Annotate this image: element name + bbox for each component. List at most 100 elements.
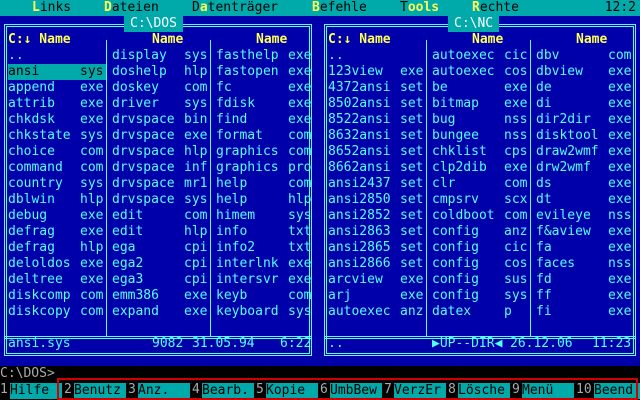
menu-befehle[interactable]: Befehle: [312, 0, 367, 16]
file-entry[interactable]: dbv com: [536, 48, 634, 64]
file-entry[interactable]: 8632ansi set: [328, 128, 426, 144]
file-entry[interactable]: 4372ansi set: [328, 80, 426, 96]
column-header[interactable]: C:↓ Name: [328, 32, 391, 48]
file-entry[interactable]: deloldos exe: [8, 256, 106, 272]
file-entry[interactable]: emm386 exe: [112, 288, 210, 304]
fkey-1[interactable]: 1 Hilfe: [0, 382, 64, 400]
file-entry[interactable]: drvspace sys: [112, 192, 210, 208]
column-header[interactable]: Name: [152, 32, 183, 48]
file-entry[interactable]: 8662ansi set: [328, 160, 426, 176]
menu-rechte[interactable]: Rechte: [472, 0, 519, 16]
file-entry[interactable]: graphics com: [216, 144, 314, 160]
file-entry[interactable]: keyboard sys: [216, 304, 314, 320]
file-entry[interactable]: info2 txt: [216, 240, 314, 256]
file-entry[interactable]: chkdsk exe: [8, 112, 106, 128]
file-entry[interactable]: help hlp: [216, 192, 314, 208]
file-entry[interactable]: drvspace hlp: [112, 144, 210, 160]
file-entry[interactable]: 123view exe: [328, 64, 426, 80]
file-entry[interactable]: interlnk exe: [216, 256, 314, 272]
file-entry[interactable]: dir2dir exe: [536, 112, 634, 128]
file-entry[interactable]: append exe: [8, 80, 106, 96]
file-entry[interactable]: doskey com: [112, 80, 210, 96]
file-entry[interactable]: autoexec anz: [328, 304, 426, 320]
file-entry[interactable]: config sus: [432, 272, 530, 288]
file-entry[interactable]: ff exe: [536, 288, 634, 304]
file-entry[interactable]: de exe: [536, 80, 634, 96]
file-entry[interactable]: faces nss: [536, 256, 634, 272]
file-entry[interactable]: config cic: [432, 240, 530, 256]
file-entry[interactable]: dbview exe: [536, 64, 634, 80]
file-entry[interactable]: drw2wmf exe: [536, 160, 634, 176]
file-entry[interactable]: drvspace mr1: [112, 176, 210, 192]
file-entry[interactable]: fastopen exe: [216, 64, 314, 80]
file-entry[interactable]: di exe: [536, 96, 634, 112]
right-panel[interactable]: C:\NC C:↓ Name.. 123view exe 4372ansi set 850…: [320, 16, 640, 360]
file-entry[interactable]: dblwin hlp: [8, 192, 106, 208]
file-entry[interactable]: ansi2437 set: [328, 176, 426, 192]
column-header[interactable]: C:↓ Name: [8, 32, 71, 48]
file-entry[interactable]: format com: [216, 128, 314, 144]
column-header[interactable]: Name: [256, 32, 287, 48]
file-entry[interactable]: graphics pro: [216, 160, 314, 176]
file-entry[interactable]: fi exe: [536, 304, 634, 320]
menu-datentraeger[interactable]: Datenträger: [192, 0, 278, 16]
file-entry[interactable]: disktool exe: [536, 128, 634, 144]
file-entry[interactable]: diskcopy com: [8, 304, 106, 320]
file-entry[interactable]: ega3 cpi: [112, 272, 210, 288]
file-entry[interactable]: fasthelp exe: [216, 48, 314, 64]
file-entry[interactable]: bug nss: [432, 112, 530, 128]
file-entry[interactable]: ega2 cpi: [112, 256, 210, 272]
file-entry[interactable]: fd exe: [536, 272, 634, 288]
file-entry[interactable]: arcview exe: [328, 272, 426, 288]
file-entry[interactable]: keyb com: [216, 288, 314, 304]
file-entry[interactable]: help com: [216, 176, 314, 192]
file-entry[interactable]: ds exe: [536, 176, 634, 192]
file-entry[interactable]: fc exe: [216, 80, 314, 96]
file-entry[interactable]: config sys: [432, 288, 530, 304]
file-entry[interactable]: datex p: [432, 304, 530, 320]
file-entry[interactable]: drvspace bin: [112, 112, 210, 128]
file-entry[interactable]: ..: [8, 48, 106, 64]
file-entry[interactable]: 8522ansi set: [328, 112, 426, 128]
file-entry[interactable]: bungee nss: [432, 128, 530, 144]
menu-links[interactable]: Links: [32, 0, 71, 16]
file-entry[interactable]: ansi2852 set: [328, 208, 426, 224]
file-entry[interactable]: coldboot com: [432, 208, 530, 224]
file-entry[interactable]: himem sys: [216, 208, 314, 224]
file-entry[interactable]: autoexec cos: [432, 64, 530, 80]
menu-dateien[interactable]: Dateien: [104, 0, 159, 16]
file-entry[interactable]: 8502ansi set: [328, 96, 426, 112]
file-entry[interactable]: info txt: [216, 224, 314, 240]
file-entry[interactable]: deltree exe: [8, 272, 106, 288]
left-panel[interactable]: C:\DOS C:↓ Name.. ansi sys append exe attrib e…: [0, 16, 316, 360]
file-entry[interactable]: ansi2863 set: [328, 224, 426, 240]
file-entry[interactable]: driver sys: [112, 96, 210, 112]
file-entry[interactable]: cmpsrv scx: [432, 192, 530, 208]
file-entry[interactable]: arj exe: [328, 288, 426, 304]
file-entry[interactable]: edit hlp: [112, 224, 210, 240]
column-header[interactable]: Name: [576, 32, 607, 48]
file-entry[interactable]: bitmap exe: [432, 96, 530, 112]
file-entry[interactable]: config anz: [432, 224, 530, 240]
file-entry[interactable]: country sys: [8, 176, 106, 192]
file-entry[interactable]: ega cpi: [112, 240, 210, 256]
file-entry[interactable]: diskcomp com: [8, 288, 106, 304]
file-entry[interactable]: ansi2850 set: [328, 192, 426, 208]
file-entry[interactable]: autoexec cic: [432, 48, 530, 64]
file-entry[interactable]: ansi2866 set: [328, 256, 426, 272]
file-entry[interactable]: ansi2865 set: [328, 240, 426, 256]
file-entry[interactable]: chklist cps: [432, 144, 530, 160]
file-entry[interactable]: choice com: [8, 144, 106, 160]
file-entry[interactable]: defrag hlp: [8, 240, 106, 256]
file-entry[interactable]: attrib exe: [8, 96, 106, 112]
file-entry[interactable]: draw2wmf exe: [536, 144, 634, 160]
file-entry[interactable]: be exe: [432, 80, 530, 96]
file-entry[interactable]: debug exe: [8, 208, 106, 224]
file-entry[interactable]: ..: [328, 48, 426, 64]
file-entry[interactable]: display sys: [112, 48, 210, 64]
file-entry[interactable]: defrag exe: [8, 224, 106, 240]
file-entry[interactable]: chkstate sys: [8, 128, 106, 144]
file-entry[interactable]: find exe: [216, 112, 314, 128]
file-entry[interactable]: intersvr exe: [216, 272, 314, 288]
file-entry[interactable]: clp2dib exe: [432, 160, 530, 176]
